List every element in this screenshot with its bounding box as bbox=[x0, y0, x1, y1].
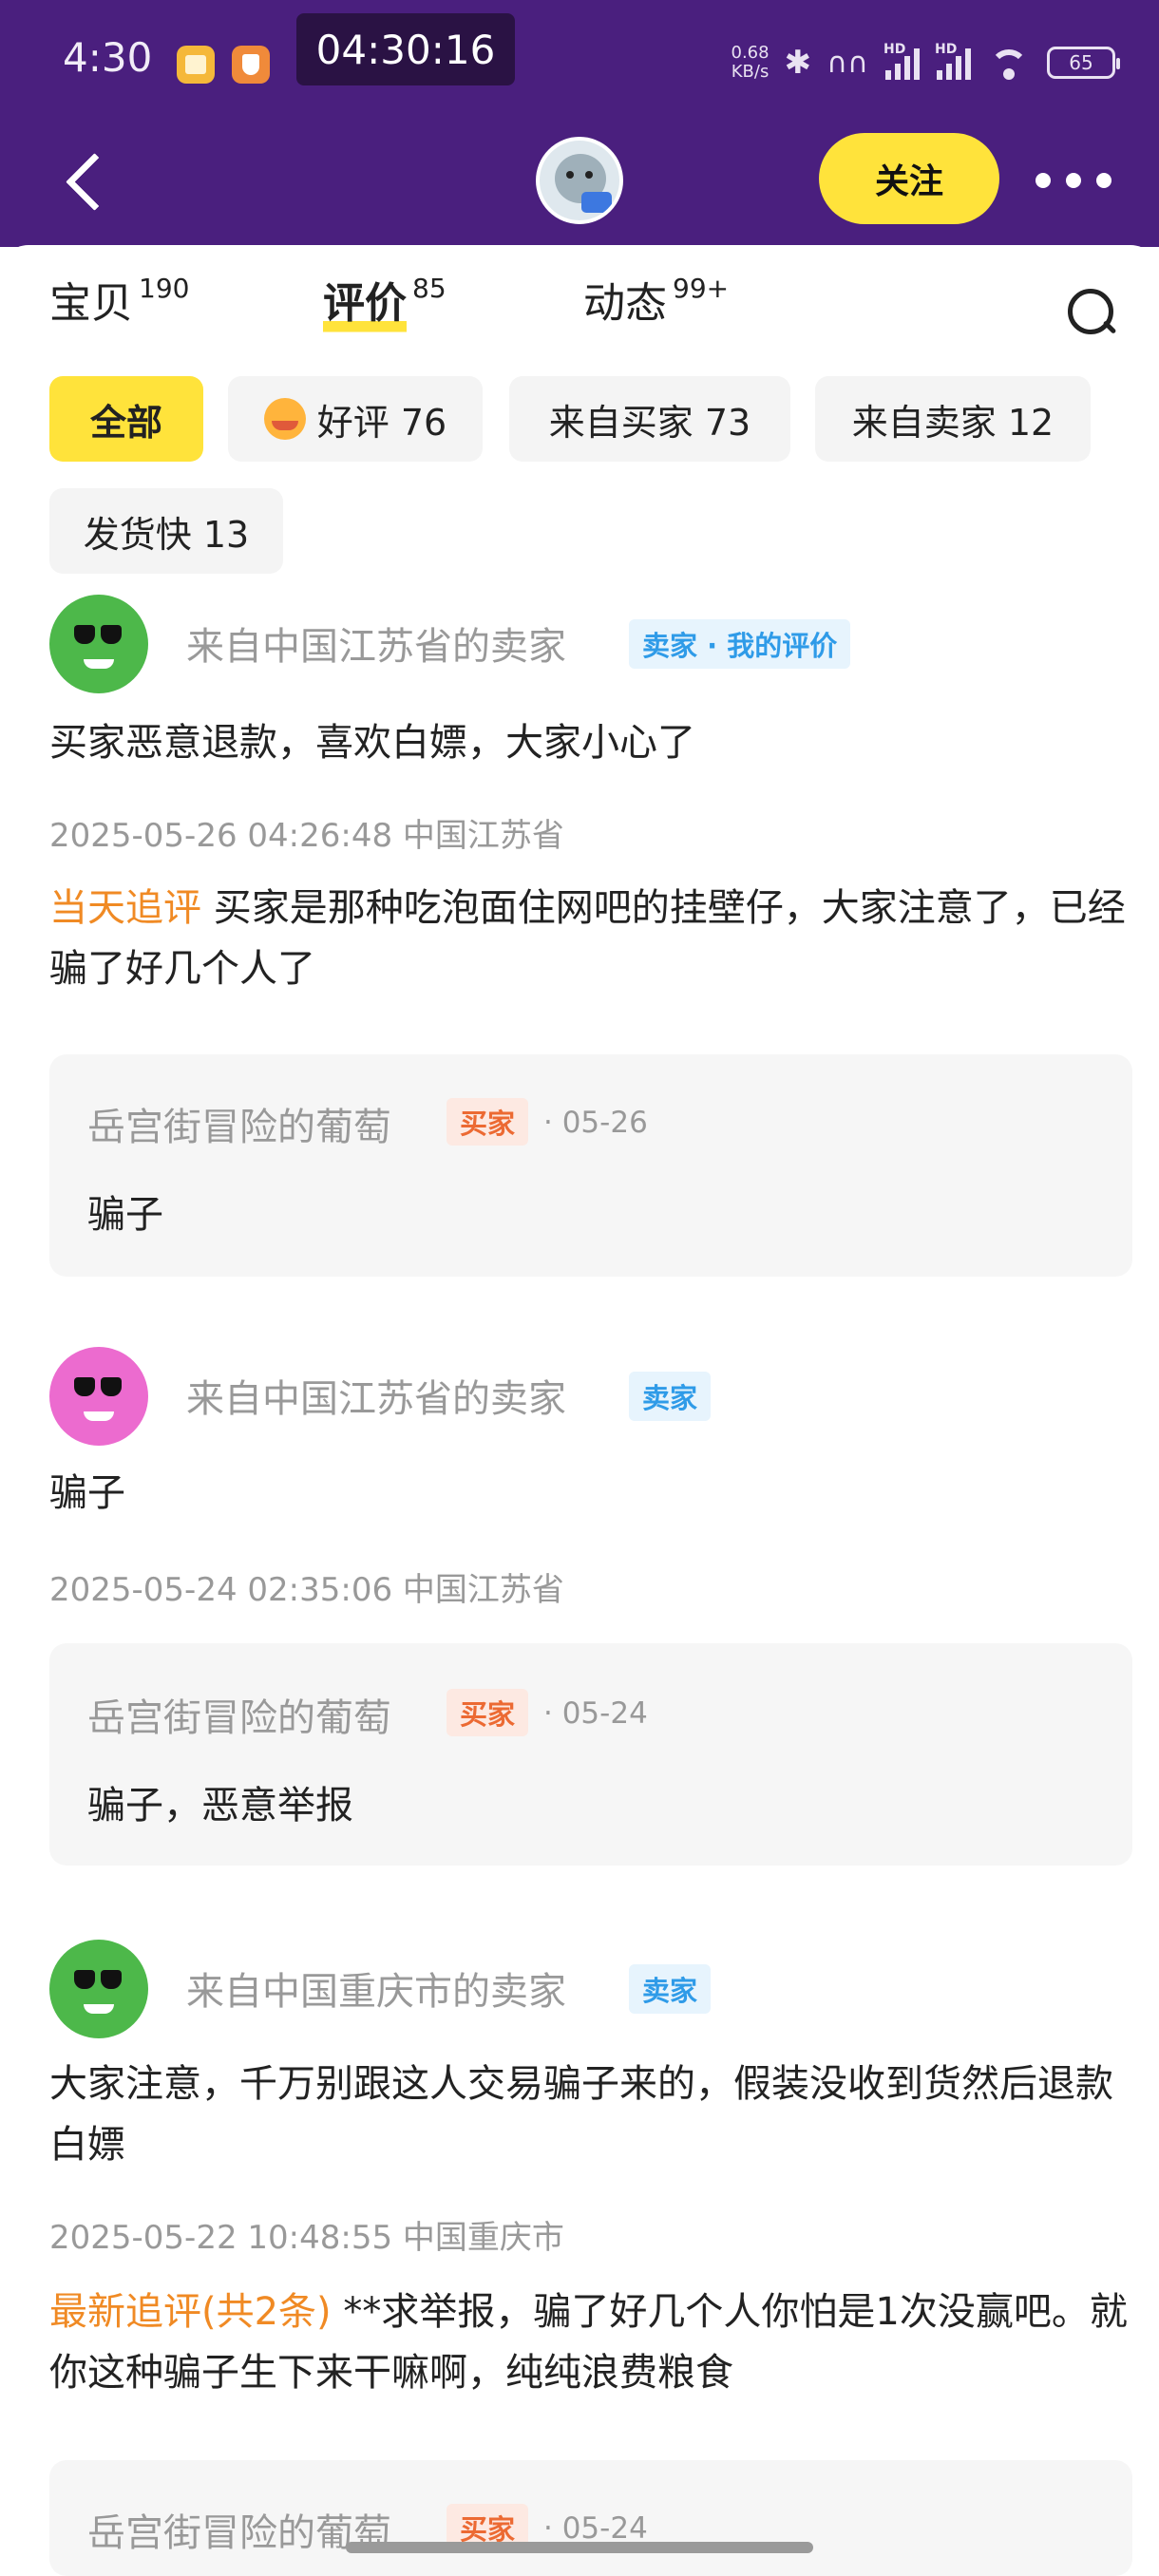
reply-box: 岳宫街冒险的葡萄 买家 · 05-26 骗子 bbox=[49, 1054, 1132, 1277]
filter-from-buyers[interactable]: 来自买家 73 bbox=[509, 376, 790, 462]
content-sheet: 宝贝 190 评价 85 动态 99+ 全部 好评 76 来自买家 73 来自卖… bbox=[0, 245, 1159, 2576]
followup-label: 当天追评 bbox=[49, 886, 201, 930]
review-meta: 2025-05-22 10:48:55 中国重庆市 bbox=[49, 2219, 564, 2257]
battery-icon: 65 bbox=[1047, 47, 1120, 79]
security-app-icon bbox=[232, 46, 270, 84]
smile-emoji-icon bbox=[263, 398, 306, 440]
review-item: 来自中国江苏省的卖家 卖家 骗子 2025-05-24 02:35:06 中国江… bbox=[49, 1347, 1132, 1866]
review-text: 骗子 bbox=[49, 1471, 125, 1515]
followup-label: 最新追评(共2条) bbox=[49, 2290, 332, 2334]
buyer-badge: 买家 bbox=[446, 1098, 529, 1146]
status-bar: 4:30 04:30:16 0.68 KB/s ✱ ∩∩ HD HD 65 bbox=[0, 0, 1159, 123]
avatar[interactable] bbox=[49, 595, 148, 693]
search-icon[interactable] bbox=[1066, 287, 1119, 340]
filter-fast-shipping[interactable]: 发货快 13 bbox=[49, 488, 283, 574]
reply-text: 骗子，恶意举报 bbox=[87, 1784, 353, 1828]
reply-date: · 05-24 bbox=[543, 1696, 648, 1731]
reviewer-name: 来自中国江苏省的卖家 bbox=[186, 1377, 566, 1421]
more-options-icon[interactable] bbox=[1036, 161, 1112, 199]
tab-activity[interactable]: 动态 99+ bbox=[583, 274, 729, 334]
system-icons: 0.68 KB/s ✱ ∩∩ HD HD 65 bbox=[731, 38, 1120, 87]
tab-reviews[interactable]: 评价 85 bbox=[323, 274, 446, 334]
followup-text: 买家是那种吃泡面住网吧的挂壁仔，大家注意了，已经骗了好几个人了 bbox=[49, 886, 1126, 991]
signal-sim2-icon: HD bbox=[935, 42, 971, 80]
tab-bar: 宝贝 190 评价 85 动态 99+ bbox=[0, 274, 1159, 350]
reply-date: · 05-26 bbox=[543, 1106, 648, 1140]
seller-badge: 卖家 bbox=[629, 1964, 712, 2014]
notes-app-icon bbox=[177, 46, 215, 84]
screen-record-timer[interactable]: 04:30:16 bbox=[296, 13, 515, 85]
seller-badge: 卖家 · 我的评价 bbox=[629, 619, 851, 669]
reply-box: 岳宫街冒险的葡萄 买家 · 05-24 骗子，恶意举报 bbox=[49, 1643, 1132, 1866]
tab-items[interactable]: 宝贝 190 bbox=[49, 274, 189, 334]
back-arrow-icon[interactable] bbox=[55, 148, 112, 217]
shop-avatar[interactable] bbox=[536, 137, 623, 224]
followup-review: 最新追评(共2条) **求举报，骗了好几个人你怕是1次没赢吧。就你这种骗子生下来… bbox=[49, 2282, 1132, 2403]
seller-badge: 卖家 bbox=[629, 1372, 712, 1421]
filter-from-sellers[interactable]: 来自卖家 12 bbox=[815, 376, 1091, 462]
review-meta: 2025-05-24 02:35:06 中国江苏省 bbox=[49, 1571, 564, 1609]
followup-review: 当天追评 买家是那种吃泡面住网吧的挂壁仔，大家注意了，已经骗了好几个人了 bbox=[49, 878, 1132, 999]
bluetooth-icon: ✱ bbox=[784, 44, 812, 82]
reply-text: 骗子 bbox=[87, 1193, 163, 1237]
clock: 4:30 bbox=[63, 34, 153, 81]
filter-all[interactable]: 全部 bbox=[49, 376, 203, 462]
review-item: 来自中国江苏省的卖家 卖家 · 我的评价 买家恶意退款，喜欢白嫖，大家小心了 2… bbox=[49, 595, 1132, 1279]
review-meta: 2025-05-26 04:26:48 中国江苏省 bbox=[49, 817, 564, 855]
reply-box: 岳宫街冒险的葡萄 买家 · 05-24 bbox=[49, 2460, 1132, 2576]
avatar[interactable] bbox=[49, 1347, 148, 1446]
reviewer-name: 来自中国重庆市的卖家 bbox=[186, 1970, 566, 2014]
sunglasses-icon bbox=[74, 1377, 122, 1398]
sunglasses-icon bbox=[74, 1970, 122, 1991]
signal-sim1-icon: HD bbox=[884, 42, 920, 80]
reviewer-name: 来自中国江苏省的卖家 bbox=[186, 625, 566, 669]
bag-icon bbox=[581, 192, 612, 213]
shop-header: 关注 bbox=[0, 123, 1159, 247]
wifi-icon bbox=[986, 46, 1032, 80]
headphones-icon: ∩∩ bbox=[826, 46, 868, 80]
reply-author: 岳宫街冒险的葡萄 bbox=[87, 1696, 391, 1740]
review-text: 大家注意，千万别跟这人交易骗子来的，假装没收到货然后退款白嫖 bbox=[49, 2062, 1113, 2167]
review-item: 来自中国重庆市的卖家 卖家 大家注意，千万别跟这人交易骗子来的，假装没收到货然后… bbox=[49, 1940, 1132, 2576]
buyer-badge: 买家 bbox=[446, 1689, 529, 1736]
reply-author: 岳宫街冒险的葡萄 bbox=[87, 1106, 391, 1149]
avatar[interactable] bbox=[49, 1940, 148, 2038]
review-text: 买家恶意退款，喜欢白嫖，大家小心了 bbox=[49, 721, 695, 765]
network-speed: 0.68 KB/s bbox=[731, 43, 770, 82]
filter-positive[interactable]: 好评 76 bbox=[228, 376, 483, 462]
sunglasses-icon bbox=[74, 625, 122, 646]
home-indicator[interactable] bbox=[346, 2542, 813, 2553]
follow-button[interactable]: 关注 bbox=[819, 133, 999, 224]
reply-date: · 05-24 bbox=[543, 2511, 648, 2546]
